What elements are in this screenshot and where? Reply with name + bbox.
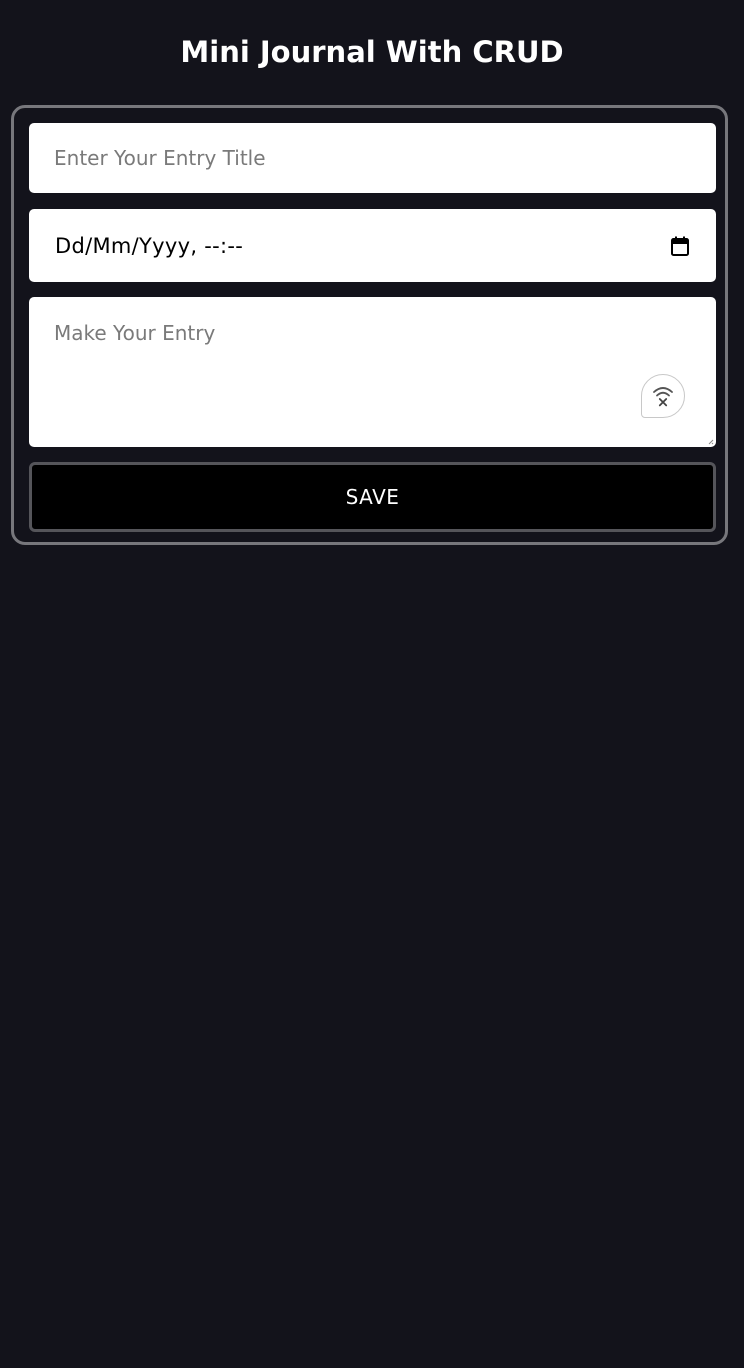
calendar-icon[interactable] <box>670 235 690 257</box>
journal-form: Dd/Mm/Yyyy, --:-- SAVE <box>11 105 728 545</box>
entry-date-value: Dd/Mm/Yyyy, --:-- <box>55 233 244 258</box>
entry-date-input[interactable]: Dd/Mm/Yyyy, --:-- <box>29 209 716 282</box>
voice-assist-icon[interactable] <box>641 374 685 418</box>
entry-title-input[interactable] <box>29 123 716 193</box>
save-button[interactable]: SAVE <box>29 462 716 532</box>
page-title: Mini Journal With CRUD <box>180 35 564 69</box>
entry-body-container <box>29 297 716 447</box>
resize-handle-icon[interactable] <box>706 437 714 445</box>
entry-body-textarea[interactable] <box>29 297 716 447</box>
